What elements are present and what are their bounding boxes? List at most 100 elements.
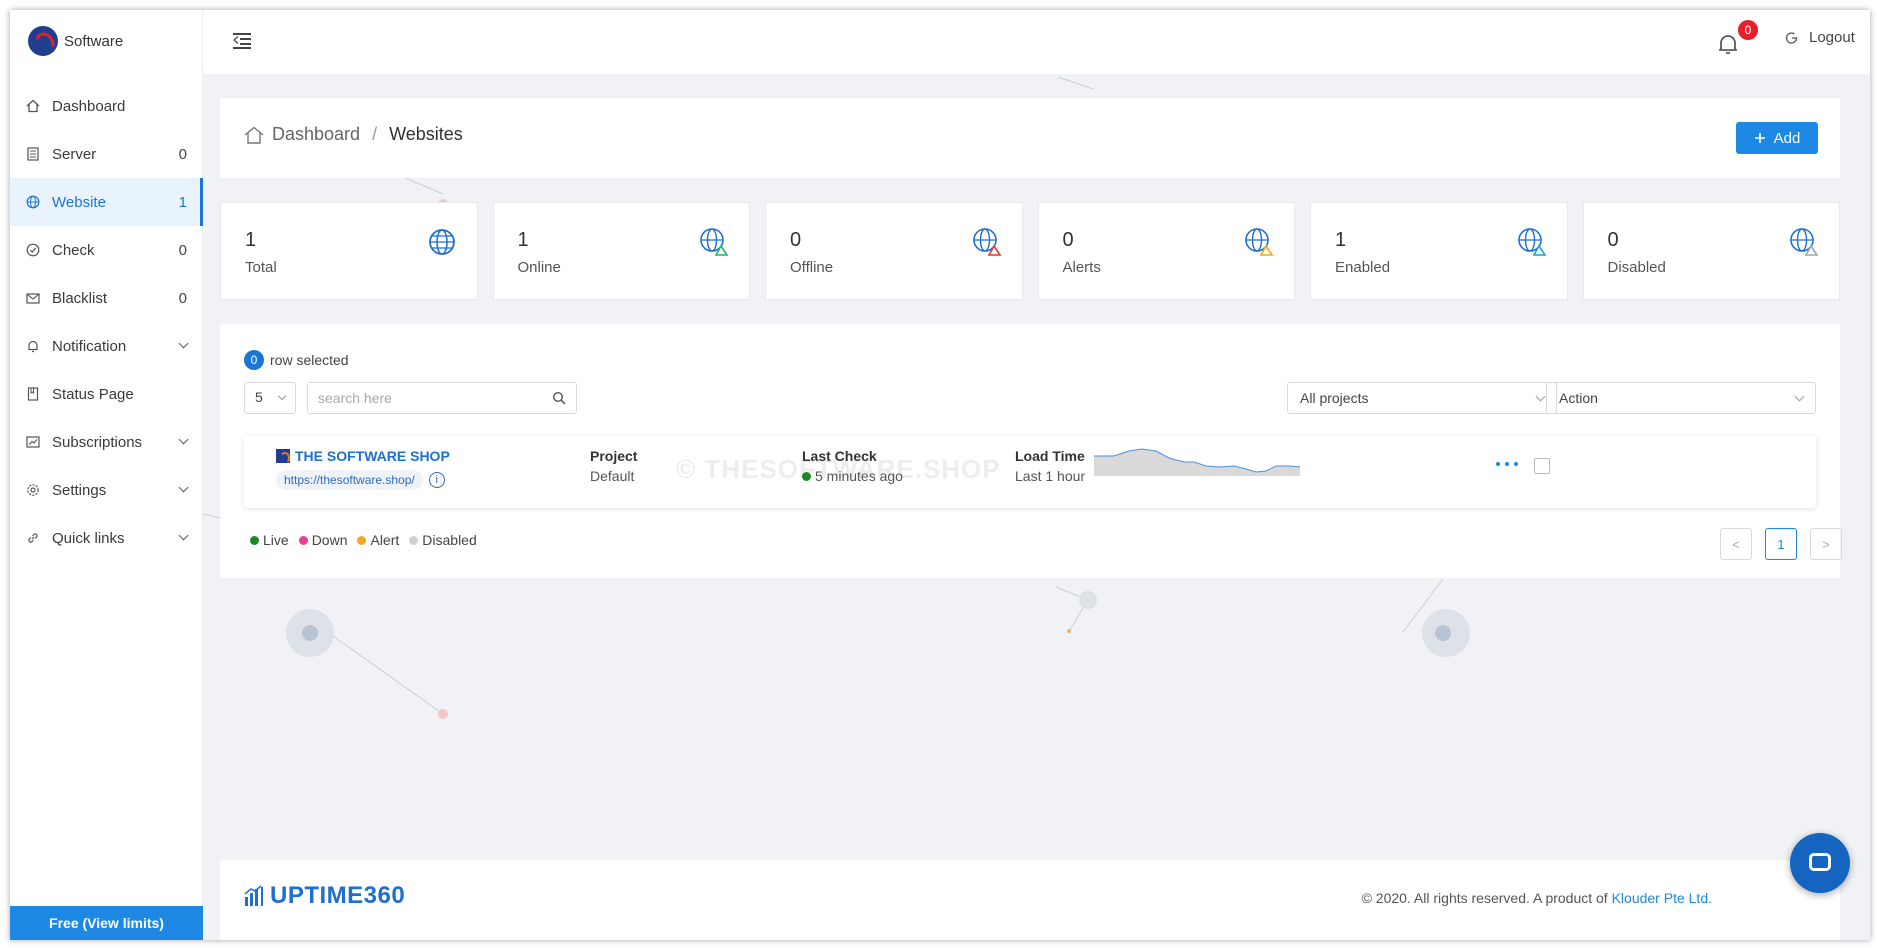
brand-name: Software bbox=[64, 32, 124, 50]
sidebar-item-label: Notification bbox=[52, 337, 127, 355]
stat-card-offline[interactable]: 0 Offline bbox=[765, 202, 1023, 300]
sidebar-item-label: Quick links bbox=[52, 529, 125, 547]
stat-label: Offline bbox=[790, 259, 834, 276]
bar-chart-logo-icon bbox=[244, 885, 263, 906]
stat-card-disabled[interactable]: 0 Disabled bbox=[1582, 202, 1840, 300]
sidebar-item-label: Settings bbox=[52, 481, 107, 499]
logout-button[interactable]: Logout bbox=[1785, 29, 1855, 46]
link-icon bbox=[26, 531, 40, 545]
sidebar-item-blacklist[interactable]: Blacklist 0 bbox=[10, 274, 203, 322]
prev-page-button[interactable]: < bbox=[1720, 528, 1752, 560]
chart-box-icon bbox=[26, 435, 40, 449]
page-number-button[interactable]: 1 bbox=[1765, 528, 1797, 560]
sidebar-item-website[interactable]: Website 1 bbox=[10, 178, 203, 226]
logout-label: Logout bbox=[1809, 29, 1855, 46]
website-row[interactable]: © THESOFTWARE.SHOP THE SOFTWARE SHOP htt… bbox=[244, 436, 1816, 508]
legend-dot bbox=[409, 535, 419, 545]
more-options-icon[interactable] bbox=[1496, 462, 1518, 466]
sidebar-item-label: Server bbox=[52, 145, 97, 163]
globe-icon bbox=[26, 195, 40, 209]
notification-bell-icon[interactable] bbox=[1718, 32, 1740, 56]
stats-row: 1 Total 1 Online 0 Offline 0 Alerts 1 En… bbox=[220, 202, 1840, 300]
website-url-pill[interactable]: https://thesoftware.shop/ bbox=[276, 470, 423, 490]
row-select-checkbox[interactable] bbox=[1534, 458, 1550, 474]
sidebar-item-dashboard[interactable]: Dashboard bbox=[10, 82, 203, 130]
search-input[interactable]: search here bbox=[307, 382, 577, 414]
website-name-link[interactable]: THE SOFTWARE SHOP bbox=[276, 448, 450, 464]
stat-value: 0 bbox=[1607, 229, 1619, 251]
sidebar-item-check[interactable]: Check 0 bbox=[10, 226, 203, 274]
brand-logo-icon bbox=[28, 26, 58, 56]
stat-label: Disabled bbox=[1607, 259, 1666, 276]
legend-label: Live bbox=[263, 532, 289, 548]
globe-online-icon bbox=[700, 228, 729, 256]
legend-item-down: Down bbox=[298, 532, 347, 548]
sidebar-item-quick-links[interactable]: Quick links bbox=[10, 514, 203, 562]
sidebar-item-label: Subscriptions bbox=[52, 433, 143, 451]
action-select[interactable]: Action bbox=[1546, 382, 1816, 414]
breadcrumb-separator: / bbox=[372, 124, 378, 144]
add-website-button[interactable]: Add bbox=[1736, 122, 1818, 154]
globe-offline-icon bbox=[972, 228, 1001, 256]
menu-fold-icon[interactable] bbox=[233, 32, 251, 49]
sidebar-nav: Dashboard Server 0 Website 1 Check 0 Bla… bbox=[10, 82, 203, 562]
stat-card-online[interactable]: 1 Online bbox=[492, 202, 750, 300]
status-live-dot bbox=[802, 471, 811, 481]
page-size-select[interactable]: 5 bbox=[244, 382, 296, 414]
chevron-down-icon bbox=[178, 530, 189, 541]
selected-text: row selected bbox=[270, 352, 349, 368]
copyright-text: © 2020. All rights reserved. A product o… bbox=[1362, 890, 1712, 906]
sidebar-item-settings[interactable]: Settings bbox=[10, 466, 203, 514]
chevron-down-icon bbox=[178, 338, 189, 349]
last-check-value: 5 minutes ago bbox=[815, 468, 903, 484]
gear-icon bbox=[26, 483, 40, 497]
sidebar-item-subscriptions[interactable]: Subscriptions bbox=[10, 418, 203, 466]
chat-launcher-button[interactable] bbox=[1790, 833, 1850, 893]
stat-card-total[interactable]: 1 Total bbox=[220, 202, 478, 300]
selected-count-badge: 0 bbox=[244, 350, 264, 370]
stat-value: 1 bbox=[245, 229, 257, 251]
sidebar-item-notification[interactable]: Notification bbox=[10, 322, 203, 370]
next-page-button[interactable]: > bbox=[1810, 528, 1842, 560]
add-button-label: Add bbox=[1773, 129, 1801, 147]
chevron-down-icon bbox=[1794, 391, 1805, 402]
legend-dot bbox=[250, 535, 259, 545]
plan-limits-button[interactable]: Free (View limits) bbox=[10, 906, 203, 940]
sidebar-item-count: 0 bbox=[178, 241, 187, 259]
breadcrumb-current: Websites bbox=[389, 124, 463, 144]
bell-icon bbox=[26, 339, 40, 353]
selection-status: 0 row selected bbox=[244, 350, 349, 370]
sidebar-item-status-page[interactable]: Status Page bbox=[10, 370, 203, 418]
app-window: Software Dashboard Server 0 Website 1 Ch… bbox=[10, 10, 1870, 940]
load-time-header: Load Time bbox=[1015, 448, 1085, 464]
project-filter-select[interactable]: All projects bbox=[1287, 382, 1557, 414]
project-header: Project bbox=[590, 448, 638, 464]
chat-bubble-icon bbox=[1809, 853, 1831, 871]
topbar: 0 Logout bbox=[203, 10, 1870, 74]
sidebar-item-server[interactable]: Server 0 bbox=[10, 130, 203, 178]
legend-label: Alert bbox=[370, 532, 400, 548]
search-icon[interactable] bbox=[552, 391, 566, 405]
footer: UPTIME360 © 2020. All rights reserved. A… bbox=[220, 860, 1840, 940]
load-time-value: Last 1 hour bbox=[1015, 468, 1086, 484]
search-placeholder: search here bbox=[318, 390, 392, 406]
status-legend: Live Down Alert Disabled bbox=[250, 532, 477, 548]
stat-label: Alerts bbox=[1062, 259, 1101, 276]
page-size-value: 5 bbox=[255, 389, 263, 405]
globe-icon bbox=[428, 229, 455, 255]
stat-card-enabled[interactable]: 1 Enabled bbox=[1310, 202, 1568, 300]
sidebar-item-label: Website bbox=[52, 193, 106, 211]
chevron-down-icon bbox=[1535, 391, 1546, 402]
stat-value: 0 bbox=[790, 229, 802, 251]
globe-alert-icon bbox=[1245, 228, 1274, 256]
info-icon[interactable]: i bbox=[428, 472, 445, 488]
project-filter-value: All projects bbox=[1300, 390, 1369, 406]
brand[interactable]: Software bbox=[28, 26, 123, 56]
company-link[interactable]: Klouder Pte Ltd. bbox=[1612, 890, 1712, 906]
chevron-down-icon bbox=[178, 434, 189, 445]
mail-icon bbox=[26, 291, 40, 305]
stat-card-alerts[interactable]: 0 Alerts bbox=[1037, 202, 1295, 300]
legend-dot bbox=[298, 535, 308, 545]
breadcrumb-home-link[interactable]: Dashboard bbox=[272, 124, 360, 145]
uptime360-logo: UPTIME360 bbox=[244, 882, 405, 910]
